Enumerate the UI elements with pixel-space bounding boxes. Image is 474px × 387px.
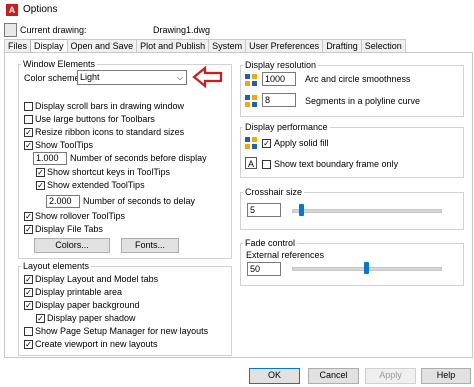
apply-button[interactable]: Apply (365, 368, 416, 384)
layout-model-tabs-label: Display Layout and Model tabs (35, 274, 159, 284)
show-tooltips-label: Show ToolTips (35, 140, 94, 150)
crosshair-size-title: Crosshair size (243, 187, 305, 197)
external-references-slider-thumb[interactable] (363, 262, 369, 274)
resize-ribbon-checkbox[interactable]: ✓ (24, 128, 33, 137)
window-title: Options (23, 4, 58, 15)
fonts-button[interactable]: Fonts... (121, 238, 179, 253)
create-viewport-label: Create viewport in new layouts (35, 339, 158, 349)
text-boundary-icon: A (245, 157, 257, 169)
paper-background-label: Display paper background (35, 300, 140, 310)
rollover-tooltips-label: Show rollover ToolTips (35, 211, 126, 221)
shortcut-keys-checkbox[interactable]: ✓ (36, 168, 45, 177)
tooltip-delay-input[interactable]: 1.000 (33, 152, 67, 165)
page-setup-manager-checkbox[interactable] (24, 327, 33, 336)
arc-smoothness-label: Arc and circle smoothness (305, 74, 411, 84)
printable-area-label: Display printable area (35, 287, 123, 297)
color-scheme-label: Color scheme: (24, 73, 83, 83)
display-performance-group (240, 127, 464, 178)
external-references-input[interactable]: 50 (247, 262, 281, 276)
fade-control-title: Fade control (243, 238, 298, 248)
extended-delay-label: Number of seconds to delay (83, 196, 196, 206)
tab-plot-and-publish[interactable]: Plot and Publish (136, 39, 210, 52)
file-tabs-label: Display File Tabs (35, 224, 103, 234)
autocad-app-icon: A (6, 4, 18, 16)
crosshair-size-slider-track[interactable] (292, 209, 442, 213)
display-resolution-title: Display resolution (243, 60, 319, 70)
create-viewport-checkbox[interactable]: ✓ (24, 340, 33, 349)
tab-open-and-save[interactable]: Open and Save (66, 39, 138, 52)
tab-selection[interactable]: Selection (360, 39, 406, 52)
paper-shadow-label: Display paper shadow (47, 313, 136, 323)
ok-button[interactable]: OK (249, 368, 300, 384)
chevron-down-icon: ⌵ (176, 73, 183, 82)
text-boundary-checkbox[interactable] (262, 160, 271, 169)
help-button[interactable]: Help (421, 368, 471, 384)
extended-delay-input[interactable]: 2.000 (46, 195, 80, 208)
large-buttons-checkbox[interactable] (24, 115, 33, 124)
tab-display[interactable]: Display (30, 39, 68, 53)
display-performance-title: Display performance (243, 122, 330, 132)
svg-text:A: A (248, 159, 254, 169)
solid-fill-checkbox[interactable]: ✓ (262, 139, 271, 148)
large-buttons-label: Use large buttons for Toolbars (35, 114, 155, 124)
cancel-button[interactable]: Cancel (308, 368, 359, 384)
scroll-bars-label: Display scroll bars in drawing window (35, 101, 185, 111)
crosshair-size-slider-thumb[interactable] (299, 204, 305, 216)
solid-fill-icon (245, 137, 257, 149)
page-setup-manager-label: Show Page Setup Manager for new layouts (35, 326, 209, 336)
shortcut-keys-label: Show shortcut keys in ToolTips (47, 167, 171, 177)
tooltip-delay-label: Number of seconds before display (70, 153, 207, 163)
polyline-segments-input[interactable]: 8 (262, 93, 296, 107)
color-scheme-value: Light (80, 72, 100, 82)
tab-files[interactable]: Files (4, 39, 32, 52)
solid-fill-label: Apply solid fill (274, 138, 329, 148)
file-tabs-checkbox[interactable]: ✓ (24, 225, 33, 234)
crosshair-size-input[interactable]: 5 (247, 203, 281, 217)
drawing-file-icon (4, 23, 17, 37)
layout-elements-title: Layout elements (21, 261, 92, 271)
printable-area-checkbox[interactable]: ✓ (24, 288, 33, 297)
text-boundary-label: Show text boundary frame only (274, 159, 399, 169)
polyline-icon (245, 95, 257, 107)
layout-model-tabs-checkbox[interactable]: ✓ (24, 275, 33, 284)
extended-tooltips-checkbox[interactable]: ✓ (36, 181, 45, 190)
colors-button[interactable]: Colors... (34, 238, 110, 253)
paper-background-checkbox[interactable]: ✓ (24, 301, 33, 310)
paper-shadow-checkbox[interactable]: ✓ (36, 314, 45, 323)
tab-bar: Files Display Open and Save Plot and Pub… (4, 39, 406, 53)
rollover-tooltips-checkbox[interactable]: ✓ (24, 212, 33, 221)
red-arrow-annotation-icon (192, 66, 223, 88)
show-tooltips-checkbox[interactable]: ✓ (24, 141, 33, 150)
arc-smoothness-icon (245, 74, 257, 86)
polyline-segments-label: Segments in a polyline curve (305, 96, 421, 106)
title-bar (0, 0, 474, 20)
window-elements-title: Window Elements (21, 59, 98, 69)
tab-system[interactable]: System (208, 39, 247, 52)
scroll-bars-checkbox[interactable] (24, 102, 33, 111)
tab-user-preferences[interactable]: User Preferences (245, 39, 324, 52)
external-references-label: External references (246, 250, 325, 260)
color-scheme-select[interactable]: Light ⌵ (77, 70, 187, 85)
current-drawing-name: Drawing1.dwg (153, 25, 211, 35)
resize-ribbon-label: Resize ribbon icons to standard sizes (35, 127, 185, 137)
arc-smoothness-input[interactable]: 1000 (262, 72, 296, 86)
current-drawing-label: Current drawing: (20, 25, 87, 35)
tab-drafting[interactable]: Drafting (322, 39, 362, 52)
extended-tooltips-label: Show extended ToolTips (47, 180, 145, 190)
